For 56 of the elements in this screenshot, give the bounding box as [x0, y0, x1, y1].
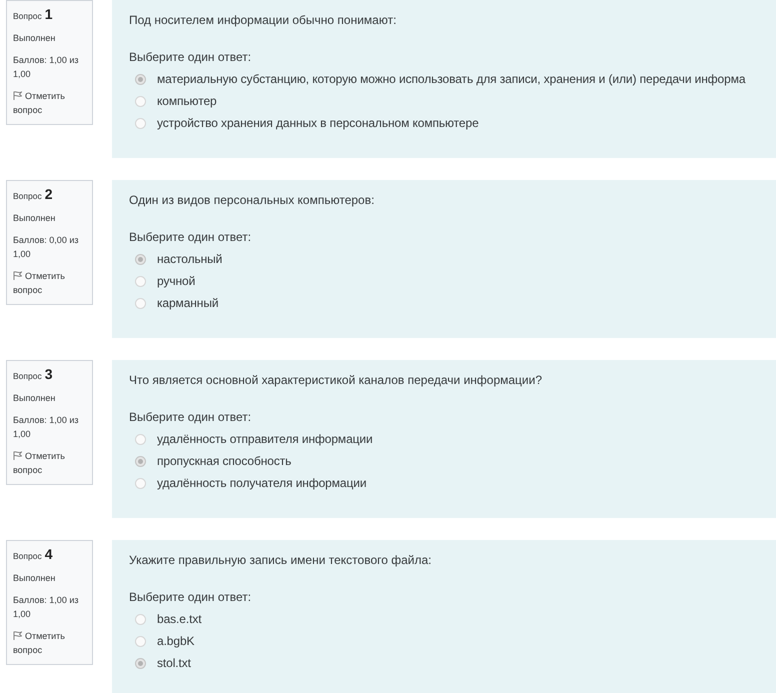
question-number: 4: [44, 547, 53, 561]
answer-option-text: stol.txt: [157, 655, 191, 672]
radio-button[interactable]: [135, 456, 146, 466]
radio-button[interactable]: [135, 478, 146, 488]
question-grade: Баллов: 0,00 из 1,00: [13, 234, 80, 261]
answer-option-text: настольный: [157, 251, 222, 268]
answer-option-text: устройство хранения данных в персональном компьютере: [157, 115, 479, 132]
question-grade: Баллов: 1,00 из 1,00: [13, 594, 80, 621]
flag-icon: [13, 631, 22, 640]
radio-button[interactable]: [135, 298, 146, 308]
radio-button[interactable]: [135, 74, 146, 84]
flag-icon: [13, 451, 22, 460]
question-number: 1: [44, 7, 53, 21]
question-status: Выполнен: [13, 392, 56, 405]
radio-button[interactable]: [135, 96, 146, 106]
question-text: Укажите правильную запись имени текстового файла:: [129, 552, 433, 569]
answer-option-text: карманный: [157, 295, 218, 312]
answer-prompt: Выберите один ответ:: [129, 589, 252, 606]
radio-button[interactable]: [135, 636, 146, 646]
answer-option-text: материальную субстанцию, которую можно использовать для записи, хранения и (или) передачи информа: [157, 71, 746, 88]
flag-question-link[interactable]: Отметить вопрос: [13, 269, 88, 297]
flag-question-link[interactable]: Отметить вопрос: [13, 449, 88, 477]
question-label: Вопрос: [13, 370, 42, 383]
question-grade: Баллов: 1,00 из 1,00: [13, 54, 80, 81]
flag-question-link[interactable]: Отметить вопрос: [13, 629, 88, 657]
answer-option-text: bas.e.txt: [157, 611, 202, 628]
answer-option-text: компьютер: [157, 93, 217, 110]
flag-icon: [13, 271, 22, 280]
question-label: Вопрос: [13, 550, 42, 563]
question-grade: Баллов: 1,00 из 1,00: [13, 414, 80, 441]
answer-prompt: Выберите один ответ:: [129, 49, 252, 66]
question-status: Выполнен: [13, 572, 56, 585]
question-label: Вопрос: [13, 190, 42, 203]
question-text: Под носителем информации обычно понимают:: [129, 12, 398, 29]
radio-button[interactable]: [135, 658, 146, 668]
question-status: Выполнен: [13, 32, 56, 45]
radio-button[interactable]: [135, 254, 146, 264]
answer-option-text: ручной: [157, 273, 196, 290]
answer-prompt: Выберите один ответ:: [129, 409, 252, 426]
radio-button[interactable]: [135, 118, 146, 128]
question-number: 2: [44, 187, 53, 201]
question-text: Один из видов персональных компьютеров:: [129, 192, 376, 209]
answer-option-text: удалённость получателя информации: [157, 475, 366, 492]
radio-button[interactable]: [135, 276, 146, 286]
radio-button[interactable]: [135, 614, 146, 624]
answer-prompt: Выберите один ответ:: [129, 229, 252, 246]
radio-button[interactable]: [135, 434, 146, 444]
flag-icon: [13, 91, 22, 100]
question-number: 3: [44, 367, 53, 381]
answer-option-text: пропускная способность: [157, 453, 292, 470]
question-status: Выполнен: [13, 212, 56, 225]
flag-question-link[interactable]: Отметить вопрос: [13, 89, 88, 117]
answer-option-text: a.bgbK: [157, 633, 194, 650]
question-label: Вопрос: [13, 10, 42, 23]
question-text: Что является основной характеристикой каналов передачи информации?: [129, 372, 543, 389]
answer-option-text: удалённость отправителя информации: [157, 431, 373, 448]
